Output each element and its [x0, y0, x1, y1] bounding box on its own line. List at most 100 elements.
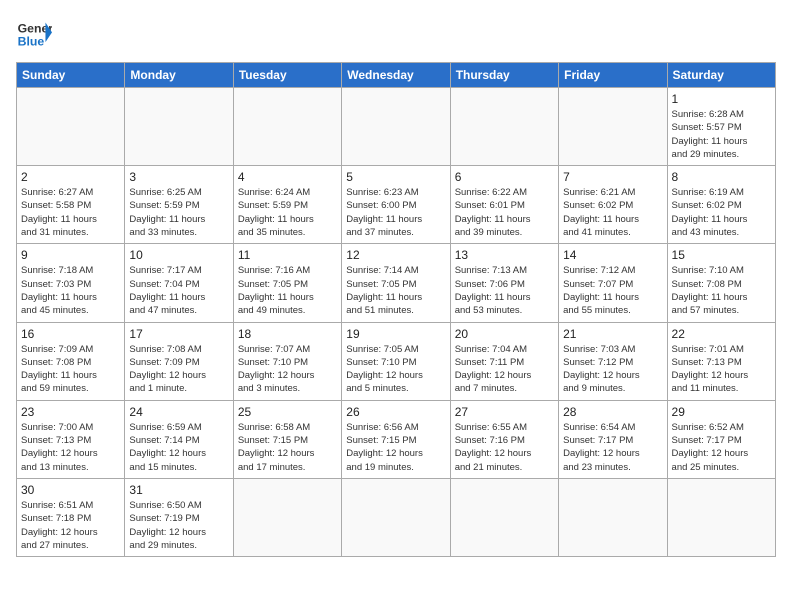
header: General Blue — [16, 16, 776, 52]
calendar-cell — [559, 478, 667, 556]
day-info: Sunrise: 6:19 AM Sunset: 6:02 PM Dayligh… — [672, 186, 771, 239]
calendar-cell — [559, 88, 667, 166]
day-number: 18 — [238, 327, 337, 341]
day-number: 11 — [238, 248, 337, 262]
day-info: Sunrise: 7:01 AM Sunset: 7:13 PM Dayligh… — [672, 343, 771, 396]
calendar-cell: 16Sunrise: 7:09 AM Sunset: 7:08 PM Dayli… — [17, 322, 125, 400]
day-number: 27 — [455, 405, 554, 419]
col-header-saturday: Saturday — [667, 63, 775, 88]
calendar-cell: 27Sunrise: 6:55 AM Sunset: 7:16 PM Dayli… — [450, 400, 558, 478]
day-info: Sunrise: 6:25 AM Sunset: 5:59 PM Dayligh… — [129, 186, 228, 239]
day-info: Sunrise: 7:17 AM Sunset: 7:04 PM Dayligh… — [129, 264, 228, 317]
day-number: 1 — [672, 92, 771, 106]
calendar-cell: 26 Sunrise: 6:56 AM Sunset: 7:15 PM Dayli… — [342, 400, 450, 478]
calendar-cell: 5 Sunrise: 6:23 AM Sunset: 6:00 PM Daylig… — [342, 166, 450, 244]
day-info: Sunrise: 7:08 AM Sunset: 7:09 PM Dayligh… — [129, 343, 228, 396]
calendar-cell: 3Sunrise: 6:25 AM Sunset: 5:59 PM Daylig… — [125, 166, 233, 244]
calendar-cell: 11Sunrise: 7:16 AM Sunset: 7:05 PM Dayli… — [233, 244, 341, 322]
day-number: 25 — [238, 405, 337, 419]
day-number: 28 — [563, 405, 662, 419]
day-number: 30 — [21, 483, 120, 497]
day-info: Sunrise: 6:21 AM Sunset: 6:02 PM Dayligh… — [563, 186, 662, 239]
calendar-cell — [233, 88, 341, 166]
calendar-cell: 1 Sunrise: 6:28 AM Sunset: 5:57 PM Daylig… — [667, 88, 775, 166]
calendar-cell: 19 Sunrise: 7:05 AM Sunset: 7:10 PM Dayli… — [342, 322, 450, 400]
col-header-tuesday: Tuesday — [233, 63, 341, 88]
day-info: Sunrise: 6:23 AM Sunset: 6:00 PM Dayligh… — [346, 186, 445, 239]
day-number: 6 — [455, 170, 554, 184]
calendar-week-row: 1 Sunrise: 6:28 AM Sunset: 5:57 PM Daylig… — [17, 88, 776, 166]
calendar-cell: 30 Sunrise: 6:51 AM Sunset: 7:18 PM Dayli… — [17, 478, 125, 556]
day-info: Sunrise: 7:10 AM Sunset: 7:08 PM Dayligh… — [672, 264, 771, 317]
calendar-cell: 28 Sunrise: 6:54 AM Sunset: 7:17 PM Dayli… — [559, 400, 667, 478]
day-number: 2 — [21, 170, 120, 184]
page: General Blue SundayMondayTuesdayWednesda… — [0, 0, 792, 567]
col-header-friday: Friday — [559, 63, 667, 88]
col-header-wednesday: Wednesday — [342, 63, 450, 88]
calendar-cell: 31 Sunrise: 6:50 AM Sunset: 7:19 PM Dayli… — [125, 478, 233, 556]
day-number: 20 — [455, 327, 554, 341]
calendar-cell: 15 Sunrise: 7:10 AM Sunset: 7:08 PM Dayli… — [667, 244, 775, 322]
calendar-cell: 13 Sunrise: 7:13 AM Sunset: 7:06 PM Dayli… — [450, 244, 558, 322]
calendar-cell: 6Sunrise: 6:22 AM Sunset: 6:01 PM Daylig… — [450, 166, 558, 244]
day-number: 7 — [563, 170, 662, 184]
calendar-week-row: 9 Sunrise: 7:18 AM Sunset: 7:03 PM Daylig… — [17, 244, 776, 322]
calendar-cell: 23Sunrise: 7:00 AM Sunset: 7:13 PM Dayli… — [17, 400, 125, 478]
calendar-cell: 20 Sunrise: 7:04 AM Sunset: 7:11 PM Dayli… — [450, 322, 558, 400]
day-info: Sunrise: 7:12 AM Sunset: 7:07 PM Dayligh… — [563, 264, 662, 317]
calendar-cell — [667, 478, 775, 556]
day-number: 24 — [129, 405, 228, 419]
calendar-cell: 12 Sunrise: 7:14 AM Sunset: 7:05 PM Dayli… — [342, 244, 450, 322]
day-number: 31 — [129, 483, 228, 497]
col-header-thursday: Thursday — [450, 63, 558, 88]
day-number: 21 — [563, 327, 662, 341]
calendar-cell — [233, 478, 341, 556]
calendar-cell: 14Sunrise: 7:12 AM Sunset: 7:07 PM Dayli… — [559, 244, 667, 322]
day-number: 13 — [455, 248, 554, 262]
calendar-cell: 21 Sunrise: 7:03 AM Sunset: 7:12 PM Dayli… — [559, 322, 667, 400]
svg-text:Blue: Blue — [18, 34, 45, 48]
calendar-cell: 4Sunrise: 6:24 AM Sunset: 5:59 PM Daylig… — [233, 166, 341, 244]
calendar-cell: 9 Sunrise: 7:18 AM Sunset: 7:03 PM Daylig… — [17, 244, 125, 322]
day-info: Sunrise: 6:56 AM Sunset: 7:15 PM Dayligh… — [346, 421, 445, 474]
day-info: Sunrise: 6:54 AM Sunset: 7:17 PM Dayligh… — [563, 421, 662, 474]
day-number: 29 — [672, 405, 771, 419]
calendar-cell: 24 Sunrise: 6:59 AM Sunset: 7:14 PM Dayli… — [125, 400, 233, 478]
calendar-cell: 22Sunrise: 7:01 AM Sunset: 7:13 PM Dayli… — [667, 322, 775, 400]
day-info: Sunrise: 7:04 AM Sunset: 7:11 PM Dayligh… — [455, 343, 554, 396]
day-info: Sunrise: 7:00 AM Sunset: 7:13 PM Dayligh… — [21, 421, 120, 474]
day-number: 12 — [346, 248, 445, 262]
calendar-cell: 18 Sunrise: 7:07 AM Sunset: 7:10 PM Dayli… — [233, 322, 341, 400]
day-info: Sunrise: 7:03 AM Sunset: 7:12 PM Dayligh… — [563, 343, 662, 396]
calendar-cell: 7 Sunrise: 6:21 AM Sunset: 6:02 PM Daylig… — [559, 166, 667, 244]
calendar-cell — [450, 478, 558, 556]
calendar-cell: 29Sunrise: 6:52 AM Sunset: 7:17 PM Dayli… — [667, 400, 775, 478]
day-number: 19 — [346, 327, 445, 341]
calendar-week-row: 2 Sunrise: 6:27 AM Sunset: 5:58 PM Daylig… — [17, 166, 776, 244]
day-info: Sunrise: 7:05 AM Sunset: 7:10 PM Dayligh… — [346, 343, 445, 396]
calendar-cell: 2 Sunrise: 6:27 AM Sunset: 5:58 PM Daylig… — [17, 166, 125, 244]
day-info: Sunrise: 6:50 AM Sunset: 7:19 PM Dayligh… — [129, 499, 228, 552]
calendar-week-row: 30 Sunrise: 6:51 AM Sunset: 7:18 PM Dayli… — [17, 478, 776, 556]
calendar: SundayMondayTuesdayWednesdayThursdayFrid… — [16, 62, 776, 557]
day-info: Sunrise: 7:09 AM Sunset: 7:08 PM Dayligh… — [21, 343, 120, 396]
day-info: Sunrise: 6:27 AM Sunset: 5:58 PM Dayligh… — [21, 186, 120, 239]
day-number: 5 — [346, 170, 445, 184]
calendar-header-row: SundayMondayTuesdayWednesdayThursdayFrid… — [17, 63, 776, 88]
day-info: Sunrise: 7:07 AM Sunset: 7:10 PM Dayligh… — [238, 343, 337, 396]
day-number: 15 — [672, 248, 771, 262]
day-info: Sunrise: 6:51 AM Sunset: 7:18 PM Dayligh… — [21, 499, 120, 552]
day-number: 10 — [129, 248, 228, 262]
day-number: 17 — [129, 327, 228, 341]
calendar-cell — [342, 88, 450, 166]
calendar-cell: 10 Sunrise: 7:17 AM Sunset: 7:04 PM Dayli… — [125, 244, 233, 322]
day-number: 26 — [346, 405, 445, 419]
day-info: Sunrise: 6:59 AM Sunset: 7:14 PM Dayligh… — [129, 421, 228, 474]
day-info: Sunrise: 7:14 AM Sunset: 7:05 PM Dayligh… — [346, 264, 445, 317]
logo: General Blue — [16, 16, 52, 52]
generalblue-logo-icon: General Blue — [16, 16, 52, 52]
day-info: Sunrise: 7:18 AM Sunset: 7:03 PM Dayligh… — [21, 264, 120, 317]
day-info: Sunrise: 7:13 AM Sunset: 7:06 PM Dayligh… — [455, 264, 554, 317]
day-info: Sunrise: 6:28 AM Sunset: 5:57 PM Dayligh… — [672, 108, 771, 161]
day-number: 9 — [21, 248, 120, 262]
